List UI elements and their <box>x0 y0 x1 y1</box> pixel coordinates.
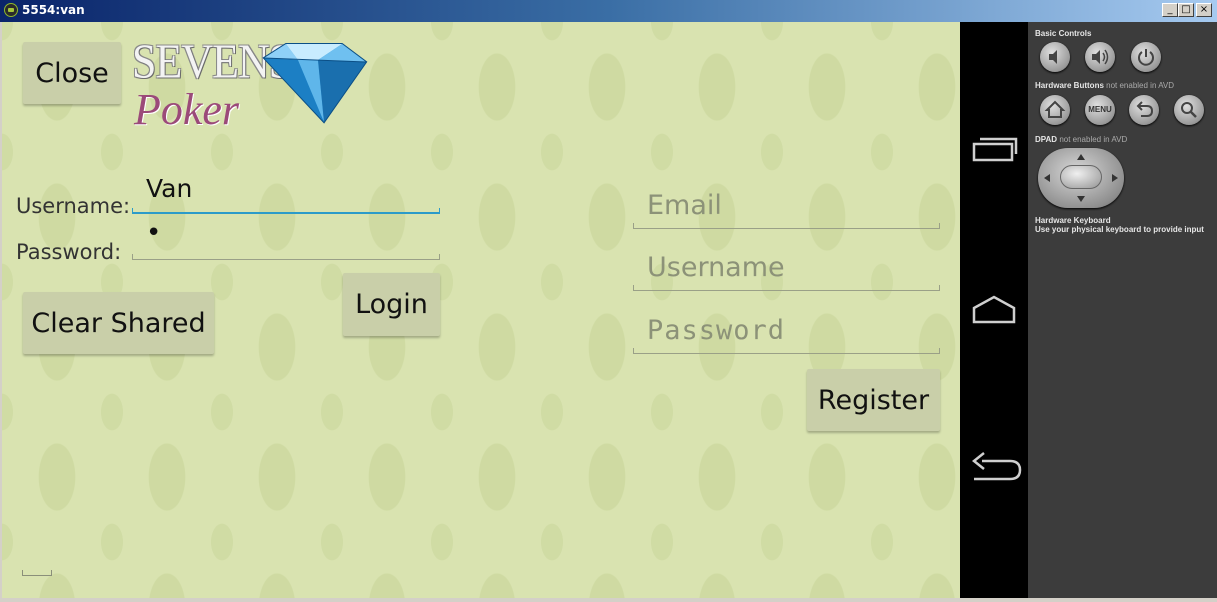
dpad-control[interactable] <box>1038 148 1124 208</box>
hardware-menu-button[interactable]: MENU <box>1085 95 1115 125</box>
diamond-icon <box>262 43 368 124</box>
login-password-field[interactable]: • <box>132 218 440 260</box>
close-button[interactable]: Close <box>23 42 121 104</box>
power-button[interactable] <box>1131 42 1161 72</box>
login-button-label: Login <box>355 289 428 320</box>
login-button[interactable]: Login <box>343 273 440 336</box>
dpad-note: not enabled in AVD <box>1059 135 1128 144</box>
basic-controls-header: Basic Controls <box>1035 29 1092 38</box>
hardware-keyboard-note: Use your physical keyboard to provide in… <box>1035 225 1204 234</box>
hardware-back-button[interactable] <box>1129 95 1159 125</box>
android-nav-bar <box>960 22 1028 598</box>
hardware-home-button[interactable] <box>1040 95 1070 125</box>
volume-down-button[interactable] <box>1040 42 1070 72</box>
window-title-bar[interactable]: 5554:van _ □ × <box>0 0 1217 22</box>
back-icon[interactable] <box>970 452 1022 486</box>
volume-down-icon <box>1049 50 1057 64</box>
corner-bracket-mark <box>22 570 52 576</box>
dpad-center-button[interactable] <box>1060 165 1102 189</box>
menu-button-label: MENU <box>1088 105 1112 114</box>
register-username-field[interactable]: Username <box>633 242 940 291</box>
home-icon[interactable] <box>970 294 1018 324</box>
register-username-placeholder: Username <box>647 252 785 283</box>
close-window-button[interactable]: × <box>1196 3 1212 17</box>
window-bottom-border <box>0 598 1217 602</box>
username-underline <box>132 208 440 214</box>
maximize-button[interactable]: □ <box>1178 3 1194 17</box>
password-underline <box>132 254 440 260</box>
sevens-poker-logo: SEVENS Poker <box>130 34 375 134</box>
dpad-header: DPAD not enabled in AVD <box>1035 135 1127 144</box>
register-password-underline <box>633 348 940 354</box>
search-icon <box>1181 102 1197 118</box>
android-emulator-icon <box>4 3 18 17</box>
password-value: • <box>146 218 162 248</box>
house-icon <box>1044 100 1066 118</box>
volume-up-button[interactable] <box>1085 42 1115 72</box>
login-username-field[interactable]: Van <box>132 168 440 214</box>
recent-apps-icon[interactable] <box>970 134 1018 164</box>
email-placeholder: Email <box>647 190 722 221</box>
minimize-button[interactable]: _ <box>1162 3 1178 17</box>
register-password-placeholder: Password <box>647 315 786 346</box>
username-value: Van <box>146 174 193 203</box>
undo-arrow-icon <box>1136 101 1154 117</box>
register-button-label: Register <box>817 384 930 416</box>
hardware-buttons-title: Hardware Buttons <box>1035 81 1104 90</box>
emulator-screen[interactable]: Close SEVENS Poker Username: Van Passwor… <box>2 22 960 598</box>
hardware-buttons-header: Hardware Buttons not enabled in AVD <box>1035 81 1174 90</box>
dpad-title: DPAD <box>1035 135 1058 144</box>
clear-shared-button[interactable]: Clear Shared <box>23 292 214 354</box>
volume-up-icon <box>1092 49 1109 65</box>
username-label: Username: <box>16 194 131 218</box>
emulator-control-panel: Basic Controls Hardware Buttons not enab… <box>1028 22 1217 600</box>
register-username-underline <box>633 285 940 291</box>
password-label: Password: <box>16 240 122 264</box>
hardware-buttons-note: not enabled in AVD <box>1106 81 1175 90</box>
power-icon <box>1138 49 1154 66</box>
logo-text-poker: Poker <box>134 85 240 134</box>
register-email-field[interactable]: Email <box>633 180 940 229</box>
register-button[interactable]: Register <box>807 369 940 431</box>
hardware-search-button[interactable] <box>1174 95 1204 125</box>
email-underline <box>633 223 940 229</box>
window-title: 5554:van <box>22 3 85 17</box>
register-password-field[interactable]: Password <box>633 305 940 354</box>
close-button-label: Close <box>35 57 109 89</box>
clear-shared-button-label: Clear Shared <box>31 307 206 339</box>
hardware-keyboard-header: Hardware Keyboard <box>1035 216 1111 225</box>
